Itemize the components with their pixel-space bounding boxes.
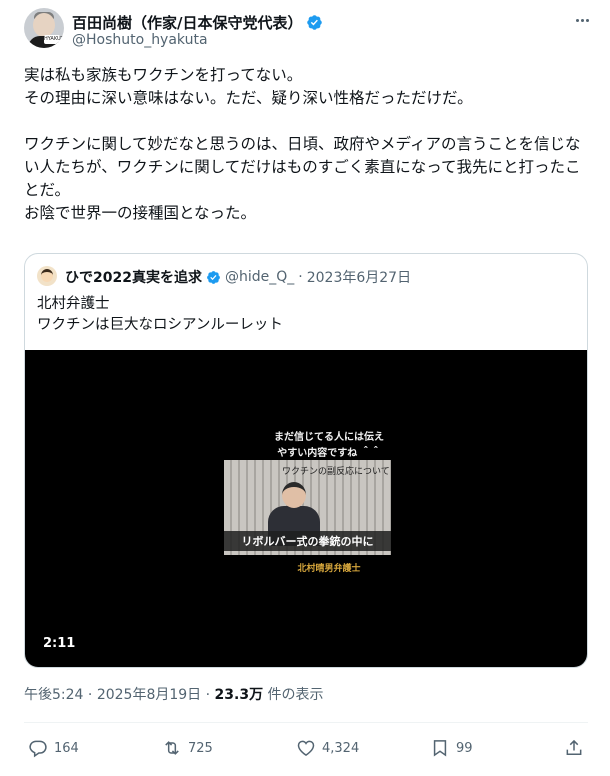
post-time[interactable]: 午後5:24 — [24, 687, 83, 703]
quoted-verified-badge-icon — [207, 270, 220, 284]
action-bar: 164 725 4,324 99 — [0, 730, 610, 766]
video-frame-title: ワクチンの副反応について — [282, 467, 390, 477]
quoted-line-1: 北村弁護士 — [37, 296, 110, 312]
share-icon — [566, 739, 582, 755]
repost-button[interactable]: 725 — [162, 730, 213, 766]
bookmark-icon — [433, 740, 447, 757]
reply-count: 164 — [54, 740, 79, 756]
video-caption: 北村晴男弁護士 — [297, 564, 361, 574]
reply-icon — [29, 740, 47, 758]
bookmark-count: 99 — [456, 740, 473, 756]
post-date[interactable]: 2025年8月19日 — [97, 687, 201, 703]
like-count: 4,324 — [322, 740, 360, 756]
quoted-date[interactable]: 2023年6月27日 — [307, 267, 411, 287]
repost-count: 725 — [188, 740, 213, 756]
post-text: 実は私も家族もワクチンを打ってない。 その理由に深い意味はない。ただ、疑り深い性… — [24, 64, 594, 225]
video-frame: ワクチンの副反応について リボルバー式の拳銃の中に — [224, 460, 391, 555]
quoted-display-name[interactable]: ひで2022真実を追求 — [65, 267, 202, 287]
quoted-separator: · — [298, 269, 303, 285]
author-name-row[interactable]: 百田尚樹（作家/日本保守党代表） — [72, 12, 323, 33]
view-count-label: 件の表示 — [267, 687, 324, 703]
verified-badge-icon — [307, 15, 323, 30]
video-top-text: まだ信じてる人には伝え やすい内容ですね ＾＾ — [249, 430, 409, 462]
author-handle[interactable]: @Hoshuto_hyakuta — [72, 32, 208, 48]
heart-icon — [297, 740, 315, 756]
video-duration: 2:11 — [43, 636, 76, 651]
quoted-handle[interactable]: @hide_Q_ — [225, 269, 294, 285]
avatar-tag: HYAKUTA — [44, 35, 64, 44]
divider — [24, 722, 588, 723]
author-avatar[interactable]: HYAKUTA — [24, 8, 64, 48]
meta-separator-2: · — [205, 687, 211, 703]
quoted-text: 北村弁護士 ワクチンは巨大なロシアンルーレット — [37, 294, 283, 336]
view-count[interactable]: 23.3万 — [215, 687, 264, 703]
quoted-header: ひで2022真実を追求 @hide_Q_ · 2023年6月27日 — [65, 267, 411, 287]
share-button[interactable] — [564, 730, 584, 766]
meta-separator: · — [87, 687, 93, 703]
quoted-avatar[interactable] — [37, 266, 57, 286]
quoted-line-2: ワクチンは巨大なロシアンルーレット — [37, 317, 283, 333]
author-display-name[interactable]: 百田尚樹（作家/日本保守党代表） — [72, 12, 302, 33]
video-player[interactable]: まだ信じてる人には伝え やすい内容ですね ＾＾ ワクチンの副反応について リボル… — [25, 350, 587, 667]
quoted-post[interactable]: ひで2022真実を追求 @hide_Q_ · 2023年6月27日 北村弁護士 … — [24, 253, 588, 668]
repost-icon — [165, 741, 179, 755]
video-subtitle: リボルバー式の拳銃の中に — [224, 531, 391, 551]
like-button[interactable]: 4,324 — [296, 730, 359, 766]
post-paragraph-2: ワクチンに関して妙だなと思うのは、日頃、政府やメディアの言うことを信じない人たち… — [24, 135, 581, 222]
post-paragraph-spacer — [24, 110, 594, 133]
video-top-text-1: まだ信じてる人には伝え — [274, 432, 384, 443]
post-paragraph-1: 実は私も家族もワクチンを打ってない。 その理由に深い意味はない。ただ、疑り深い性… — [24, 66, 473, 107]
more-options-icon[interactable] — [568, 8, 596, 32]
reply-button[interactable]: 164 — [28, 730, 79, 766]
bookmark-button[interactable]: 99 — [430, 730, 473, 766]
post-meta: 午後5:24 · 2025年8月19日 · 23.3万 件の表示 — [24, 684, 324, 704]
tweet: HYAKUTA 百田尚樹（作家/日本保守党代表） @Hoshuto_hyakut… — [0, 0, 610, 776]
